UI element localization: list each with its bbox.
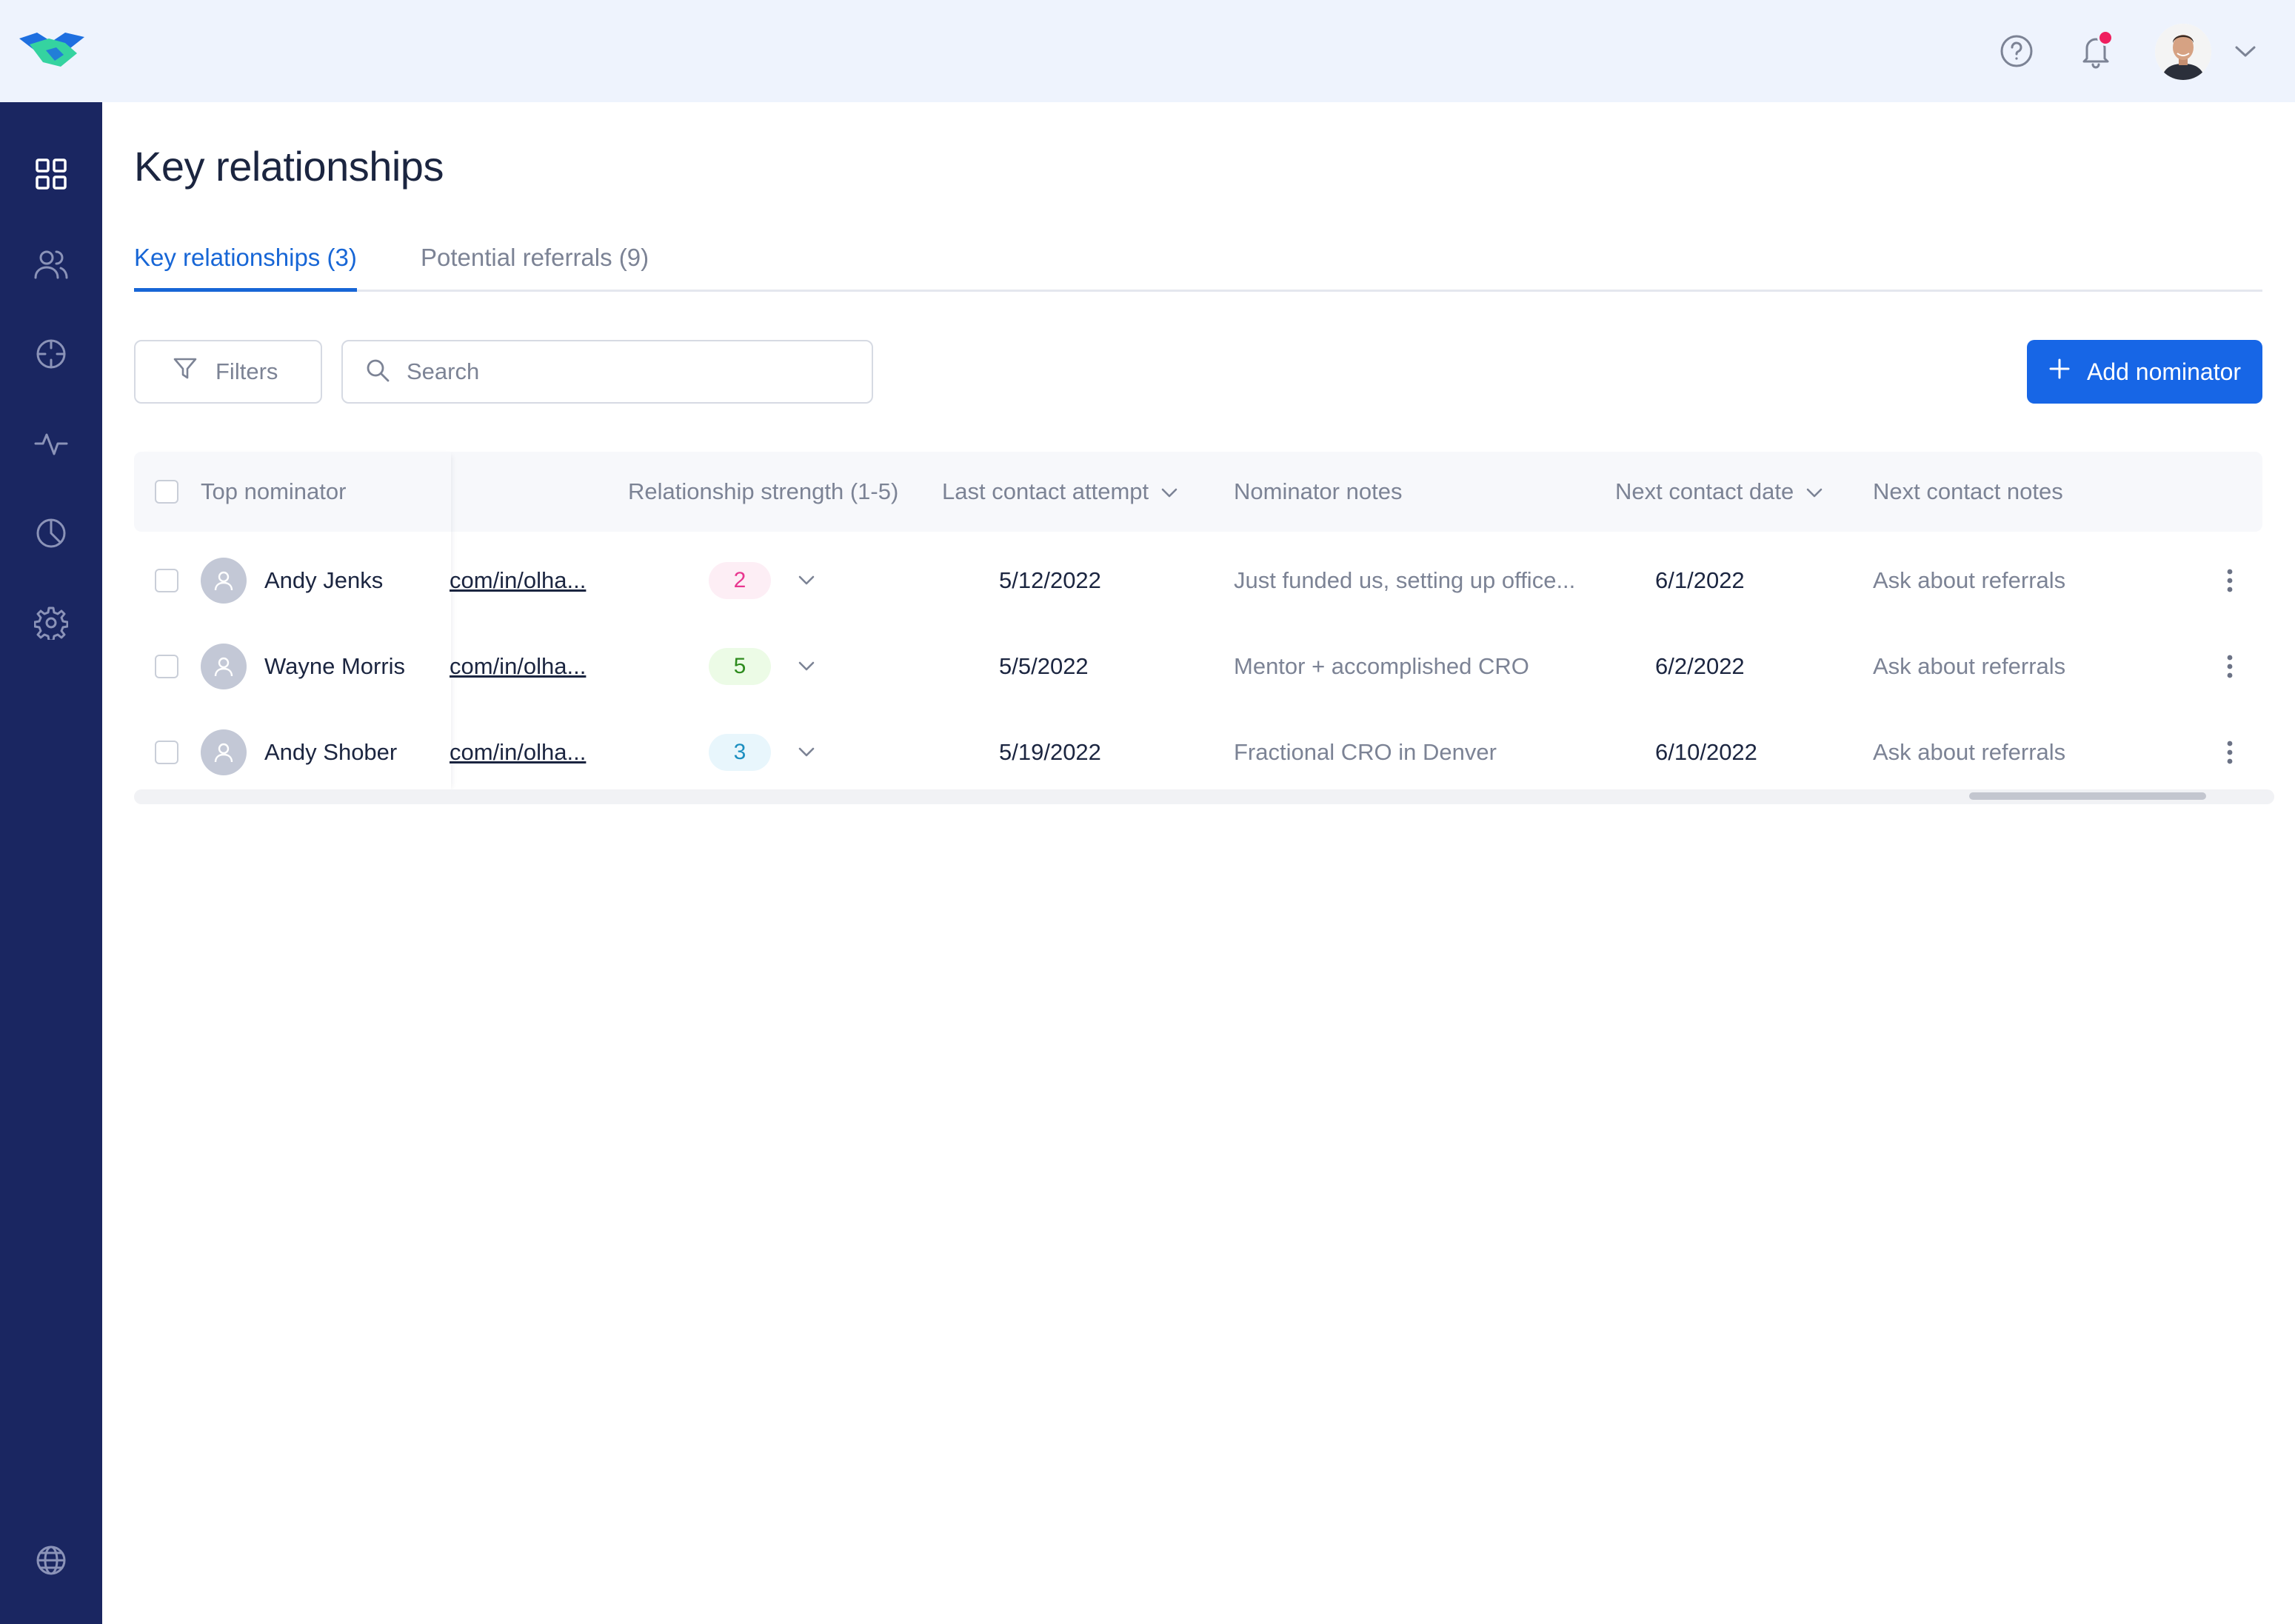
person-placeholder-icon [201,729,247,775]
column-nominator-notes[interactable]: Nominator notes [1234,452,1402,532]
key-relationships-table: Top nominator Relationship strength (1-5… [134,452,2274,807]
table-row[interactable]: Andy Shober com/in/olha... 3 5/19/2022 F… [134,709,2262,795]
row-select-cell [155,709,178,795]
row-select-cell [155,538,178,624]
nominator-notes[interactable]: Just funded us, setting up office... [1234,538,1575,624]
next-contact-notes[interactable]: Ask about referrals [1873,538,2065,624]
tab-potential-referrals[interactable]: Potential referrals (9) [421,237,649,292]
column-relationship-strength[interactable]: Relationship strength (1-5) [628,452,898,532]
help-circle-icon[interactable] [1997,31,2037,71]
nominator-name[interactable]: Wayne Morris [264,624,405,709]
nominator-notes[interactable]: Mentor + accomplished CRO [1234,624,1529,709]
last-contact-date: 5/19/2022 [999,739,1101,765]
next-contact-notes[interactable]: Ask about referrals [1873,709,2065,795]
person-placeholder-icon [201,644,247,689]
strength-dropdown-chevron-icon[interactable] [798,538,815,624]
nominator-avatar-cell [201,538,247,624]
filter-funnel-icon [173,357,198,387]
column-last-contact-attempt-label: Last contact attempt [942,478,1149,504]
column-next-contact-notes[interactable]: Next contact notes [1873,452,2063,532]
nominator-name[interactable]: Andy Jenks [264,538,383,624]
table-header: Top nominator Relationship strength (1-5… [134,452,2262,532]
more-vertical-icon[interactable] [2215,558,2245,603]
horizontal-scrollbar-track[interactable] [134,789,2274,804]
table-row[interactable]: Andy Jenks com/in/olha... 2 5/12/2022 Ju… [134,538,2262,624]
horizontal-scrollbar-thumb[interactable] [1969,792,2206,800]
column-top-nominator[interactable]: Top nominator [201,452,346,532]
sidebar [0,102,102,1624]
row-select-cell [155,624,178,709]
tab-key-relationships[interactable]: Key relationships (3) [134,237,357,292]
strength-badge[interactable]: 3 [709,734,771,771]
search-box[interactable] [341,340,873,404]
column-next-contact-date[interactable]: Next contact date [1615,452,1823,532]
tab-bar: Key relationships (3) Potential referral… [134,237,2262,292]
chevron-down-icon[interactable] [2229,37,2262,67]
handshake-logo-icon[interactable] [16,28,87,73]
next-contact-date[interactable]: 6/1/2022 [1655,538,1745,624]
dashboard-grid-icon[interactable] [30,153,73,196]
nominator-avatar-cell [201,709,247,795]
strength-cell: 5 [709,624,771,709]
more-vertical-icon[interactable] [2215,644,2245,689]
notification-dot [2097,30,2114,46]
sort-chevron-down-icon[interactable] [1160,452,1178,532]
select-all-checkbox[interactable] [155,480,178,504]
strength-cell: 2 [709,538,771,624]
filters-button[interactable]: Filters [134,340,322,404]
add-nominator-button[interactable]: Add nominator [2027,340,2262,404]
users-icon[interactable] [30,243,73,286]
sort-chevron-down-icon[interactable] [1805,452,1823,532]
next-contact-date[interactable]: 6/10/2022 [1655,709,1757,795]
next-contact-date[interactable]: 6/2/2022 [1655,624,1745,709]
table-row[interactable]: Wayne Morris com/in/olha... 5 5/5/2022 M… [134,624,2262,709]
row-checkbox[interactable] [155,569,178,592]
strength-badge[interactable]: 5 [709,648,771,685]
more-vertical-icon[interactable] [2215,730,2245,775]
strength-badge[interactable]: 2 [709,562,771,599]
search-input[interactable] [407,358,836,385]
globe-icon[interactable] [30,1539,73,1582]
filters-label: Filters [216,358,278,384]
activity-icon[interactable] [30,422,73,465]
search-icon [365,358,390,387]
pie-chart-icon[interactable] [30,512,73,555]
column-last-contact-attempt[interactable]: Last contact attempt [942,452,1178,532]
nominator-notes[interactable]: Fractional CRO in Denver [1234,709,1497,795]
next-contact-notes[interactable]: Ask about referrals [1873,624,2065,709]
last-contact-date: 5/12/2022 [999,567,1101,593]
settings-gear-icon[interactable] [30,601,73,644]
strength-cell: 3 [709,709,771,795]
plus-icon [2048,358,2071,386]
column-next-contact-date-label: Next contact date [1615,478,1794,504]
profile-link[interactable]: com/in/olha... [450,538,586,624]
row-actions-cell [2215,538,2245,624]
strength-dropdown-chevron-icon[interactable] [798,624,815,709]
row-actions-cell [2215,624,2245,709]
person-placeholder-icon [201,558,247,604]
nominator-avatar-cell [201,624,247,709]
top-bar [0,0,2295,102]
nominator-name[interactable]: Andy Shober [264,709,397,795]
row-checkbox[interactable] [155,655,178,678]
profile-link[interactable]: com/in/olha... [450,624,586,709]
crosshair-icon[interactable] [30,333,73,375]
user-avatar[interactable] [2155,24,2211,80]
select-all-cell [155,452,178,532]
profile-link[interactable]: com/in/olha... [450,709,586,795]
strength-dropdown-chevron-icon[interactable] [798,709,815,795]
row-actions-cell [2215,709,2245,795]
row-checkbox[interactable] [155,741,178,764]
last-contact-date: 5/5/2022 [999,653,1089,679]
page-title: Key relationships [134,143,444,190]
add-nominator-label: Add nominator [2086,358,2242,385]
